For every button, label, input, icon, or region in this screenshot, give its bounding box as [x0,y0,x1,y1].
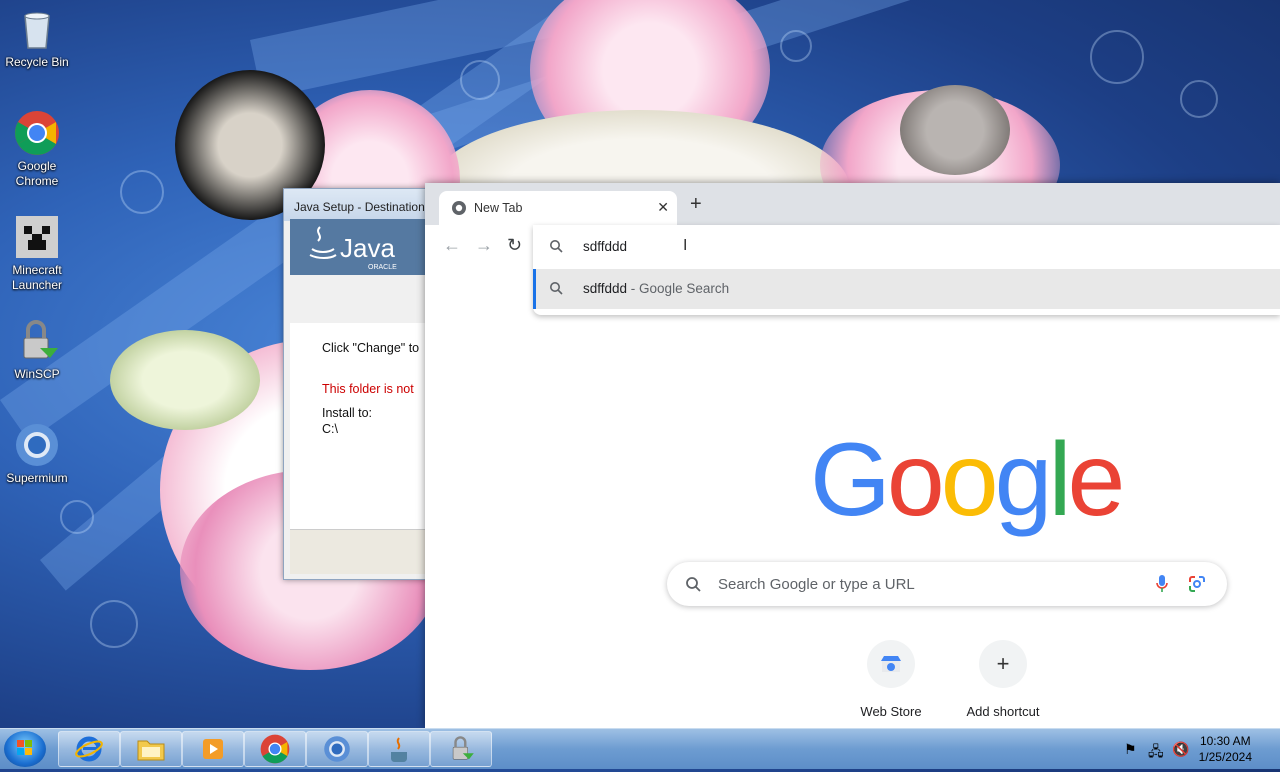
window-title: Java Setup - Destination [284,189,426,221]
action-center-flag-icon[interactable]: ⚑ [1124,741,1137,758]
desktop-icon-label: WinSCP [14,367,60,381]
system-clock[interactable]: 10:30 AM 1/25/2024 [1199,733,1252,765]
file-explorer-icon [137,740,165,761]
install-path: C:\ [322,422,338,436]
windows-logo-icon [17,740,32,755]
text-cursor-icon: I [683,237,688,254]
network-icon[interactable]: 🖧 [1148,741,1164,765]
taskbar-file-explorer[interactable] [120,731,182,767]
chrome-window[interactable]: New Tab ✕ + ← → ↻ sdffddd I sdffddd - Go… [425,183,1280,728]
media-player-icon [203,739,223,759]
clock-time: 10:30 AM [1199,734,1251,748]
microphone-icon[interactable] [1155,574,1169,599]
volume-muted-icon[interactable]: 🔇 [1172,741,1189,758]
ntp-search-box[interactable]: Search Google or type a URL [667,562,1227,606]
winscp-icon [14,318,60,364]
close-tab-icon[interactable]: ✕ [657,199,669,216]
taskbar: ⚑ 🖧 🔇 10:30 AM 1/25/2024 [0,728,1280,769]
chrome-icon [14,110,60,156]
taskbar-internet-explorer[interactable] [58,731,120,767]
install-label: Install to: [322,406,373,420]
shortcut-label: Add shortcut [966,704,1040,719]
search-icon [685,576,701,597]
desktop-icon-winscp[interactable]: WinSCP [4,318,70,382]
plus-icon: + [979,640,1027,688]
omnibox-dropdown[interactable]: sdffddd I sdffddd - Google Search [533,225,1280,315]
recycle-bin-icon [14,6,60,52]
omnibox-input[interactable]: sdffddd [583,239,627,254]
back-arrow-icon[interactable]: ← [443,235,461,256]
desktop-icon-recycle-bin[interactable]: Recycle Bin [4,6,70,70]
taskbar-supermium[interactable] [306,731,368,767]
chrome-favicon-icon [451,200,467,221]
tab-new-tab[interactable]: New Tab ✕ [439,191,677,225]
clock-date: 1/25/2024 [1198,750,1252,764]
search-icon [549,239,563,258]
search-icon [549,281,563,300]
tab-title: New Tab [474,201,523,215]
java-installer-icon [391,737,407,763]
web-store-icon [867,640,915,688]
omnibox-input-row[interactable]: sdffddd I [533,225,1280,269]
omnibox-suggestion[interactable]: sdffddd - Google Search [533,269,1280,309]
java-button-bar [290,529,426,574]
desktop-icon-label: Google Chrome [15,159,59,188]
suggestion-text: sdffddd - Google Search [583,281,729,296]
java-banner: Java ORACLE [290,219,426,275]
java-setup-window[interactable]: Java Setup - Destination Java ORACLE Cli… [283,188,427,580]
shortcut-add[interactable]: + Add shortcut [955,640,1051,719]
suggestion-query: sdffddd [583,281,628,296]
forward-arrow-icon[interactable]: → [475,235,493,256]
reload-icon[interactable]: ↻ [507,235,522,256]
new-tab-plus-icon[interactable]: + [690,194,702,214]
chrome-icon [260,734,290,764]
suggestion-suffix: - Google Search [627,281,730,296]
google-lens-icon[interactable] [1187,574,1207,599]
svg-text:Java: Java [340,233,395,263]
desktop-icon-label: Recycle Bin [5,55,69,69]
search-placeholder: Search Google or type a URL [718,576,915,593]
warning-text: This folder is not [322,382,414,396]
desktop-icon-minecraft-launcher[interactable]: Minecraft Launcher [4,214,70,293]
taskbar-chrome[interactable] [244,731,306,767]
internet-explorer-icon [75,736,103,762]
taskbar-winscp[interactable] [430,731,492,767]
svg-text:ORACLE: ORACLE [368,264,397,271]
desktop-icon-supermium[interactable]: Supermium [4,422,70,486]
java-logo-icon: Java ORACLE [309,226,397,271]
tab-strip: New Tab ✕ + [425,183,1280,225]
instruction-text: Click "Change" to [322,341,420,355]
taskbar-media-player[interactable] [182,731,244,767]
supermium-icon [14,422,60,468]
desktop-icon-google-chrome[interactable]: Google Chrome [4,110,70,189]
shortcut-label: Web Store [860,704,922,719]
taskbar-java-installer[interactable] [368,731,430,767]
minecraft-icon [14,214,60,260]
supermium-icon [324,736,350,762]
desktop-icon-label: Supermium [6,471,68,485]
java-content: Click "Change" to This folder is not Ins… [290,323,426,529]
shortcut-web-store[interactable]: Web Store [843,640,939,719]
winscp-icon [452,736,474,760]
google-logo: Google [810,422,1125,538]
start-button[interactable] [4,731,46,767]
desktop-icon-label: Minecraft Launcher [11,263,63,292]
